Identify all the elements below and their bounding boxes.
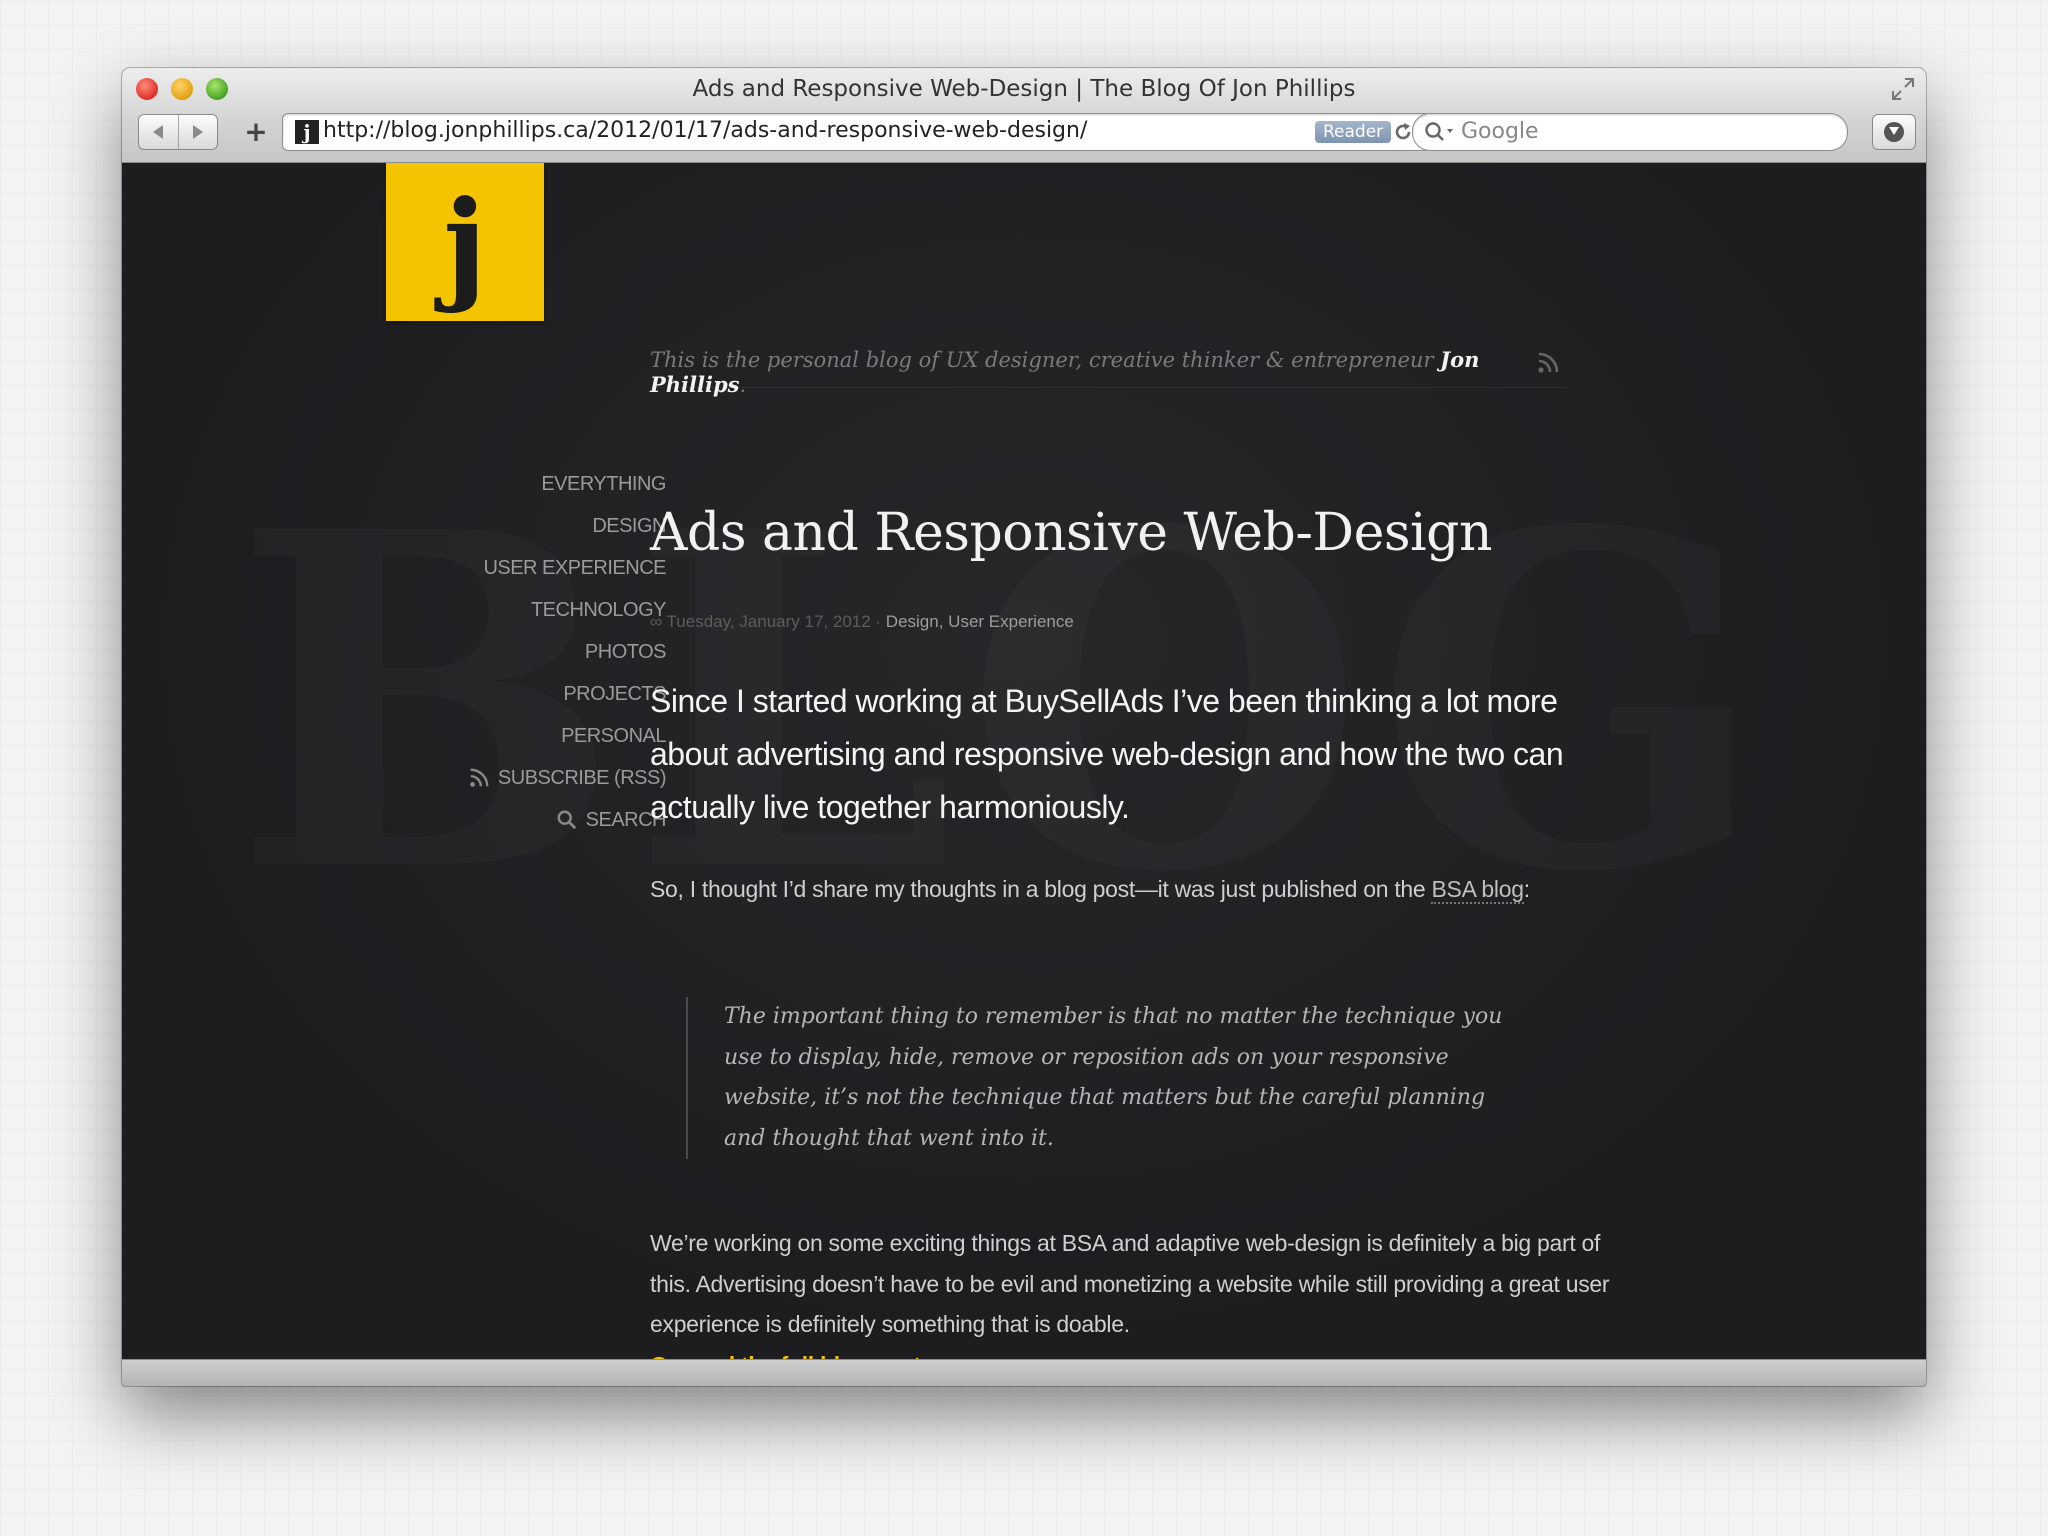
sidebar-item-photos[interactable]: PHOTOS bbox=[362, 631, 667, 673]
back-arrow-icon bbox=[153, 125, 164, 139]
sidebar-item-search[interactable]: SEARCH bbox=[362, 799, 667, 841]
download-icon bbox=[1884, 122, 1904, 142]
sidebar-item-subscribe-rss[interactable]: SUBSCRIBE (RSS) bbox=[362, 757, 667, 799]
sidebar-item-label: TECHNOLOGY bbox=[530, 598, 667, 621]
back-forward-buttons bbox=[138, 114, 218, 150]
meta-separator: · bbox=[870, 612, 886, 631]
sidebar-item-personal[interactable]: PERSONAL bbox=[362, 715, 666, 757]
downloads-button[interactable] bbox=[1872, 114, 1916, 150]
forward-arrow-icon bbox=[192, 125, 203, 139]
search-placeholder: Google bbox=[1461, 119, 1539, 144]
search-field[interactable]: Google bbox=[1412, 113, 1848, 151]
rss-icon bbox=[470, 768, 489, 787]
rss-icon[interactable] bbox=[1536, 351, 1560, 375]
post-lead-paragraph: Since I started working at BuySellAds I’… bbox=[650, 683, 1564, 825]
post-meta: ∞ Tuesday, January 17, 2012 · Design, Us… bbox=[650, 612, 1074, 632]
site-tagline: This is the personal blog of UX designer… bbox=[650, 347, 1570, 397]
url-text[interactable]: http://blog.jonphillips.ca/2012/01/17/ad… bbox=[323, 118, 1087, 143]
post-date: Tuesday, January 17, 2012 bbox=[666, 612, 871, 631]
sidebar-item-everything[interactable]: EVERYTHING bbox=[362, 463, 666, 505]
sidebar-item-technology[interactable]: TECHNOLOGY bbox=[362, 589, 667, 631]
tagline-text: This is the personal blog of UX designer… bbox=[650, 348, 1434, 372]
browser-statusbar bbox=[122, 1359, 1926, 1386]
browser-window: Ads and Responsive Web-Design | The Blog… bbox=[122, 68, 1926, 1386]
post-paragraph: So, I thought I’d share my thoughts in a… bbox=[650, 869, 1590, 909]
search-icon bbox=[1425, 122, 1453, 141]
permalink-icon[interactable]: ∞ bbox=[650, 612, 662, 631]
sidebar-item-design[interactable]: DESIGN bbox=[362, 505, 666, 547]
window-title: Ads and Responsive Web-Design | The Blog… bbox=[692, 76, 1356, 102]
paragraph-text: So, I thought I’d share my thoughts in a… bbox=[650, 876, 1432, 902]
paragraph-text: We’re working on some exciting things at… bbox=[650, 1230, 1610, 1337]
sidebar-nav: EVERYTHING DESIGN USER EXPERIENCE TECHNO… bbox=[362, 463, 667, 841]
post-blockquote: The important thing to remember is that … bbox=[686, 997, 1524, 1159]
sidebar-item-projects[interactable]: PROJECTS bbox=[362, 673, 666, 715]
site-favicon: j bbox=[295, 120, 319, 144]
page-content: BLOG j This is the personal blog of UX d… bbox=[122, 163, 1926, 1360]
sidebar-item-user-experience[interactable]: USER EXPERIENCE bbox=[362, 547, 666, 589]
add-bookmark-button[interactable]: + bbox=[236, 114, 276, 148]
bsa-blog-link[interactable]: BSA blog bbox=[1431, 876, 1524, 904]
address-bar[interactable]: j http://blog.jonphillips.ca/2012/01/17/… bbox=[282, 113, 1444, 151]
reader-button[interactable]: Reader bbox=[1315, 121, 1392, 143]
site-logo[interactable]: j bbox=[386, 163, 544, 321]
post-closing-paragraph: We’re working on some exciting things at… bbox=[650, 1223, 1610, 1360]
search-icon bbox=[557, 810, 576, 830]
forward-button[interactable] bbox=[177, 115, 218, 149]
post-title[interactable]: Ads and Responsive Web-Design bbox=[650, 503, 1492, 563]
sidebar-item-label: EVERYTHING bbox=[541, 472, 666, 495]
sidebar-item-label: USER EXPERIENCE bbox=[483, 556, 666, 579]
tagline-period: . bbox=[739, 373, 747, 397]
paragraph-text-end: : bbox=[1523, 876, 1530, 902]
browser-titlebar: Ads and Responsive Web-Design | The Blog… bbox=[122, 68, 1926, 163]
tagline-divider bbox=[650, 387, 1566, 388]
logo-letter: j bbox=[443, 174, 487, 315]
sidebar-item-label: SUBSCRIBE (RSS) bbox=[497, 766, 667, 789]
back-button[interactable] bbox=[139, 115, 178, 149]
post-categories[interactable]: Design, User Experience bbox=[886, 612, 1074, 631]
fullscreen-icon[interactable] bbox=[1890, 76, 1916, 102]
sidebar-item-label: PHOTOS bbox=[584, 640, 667, 663]
